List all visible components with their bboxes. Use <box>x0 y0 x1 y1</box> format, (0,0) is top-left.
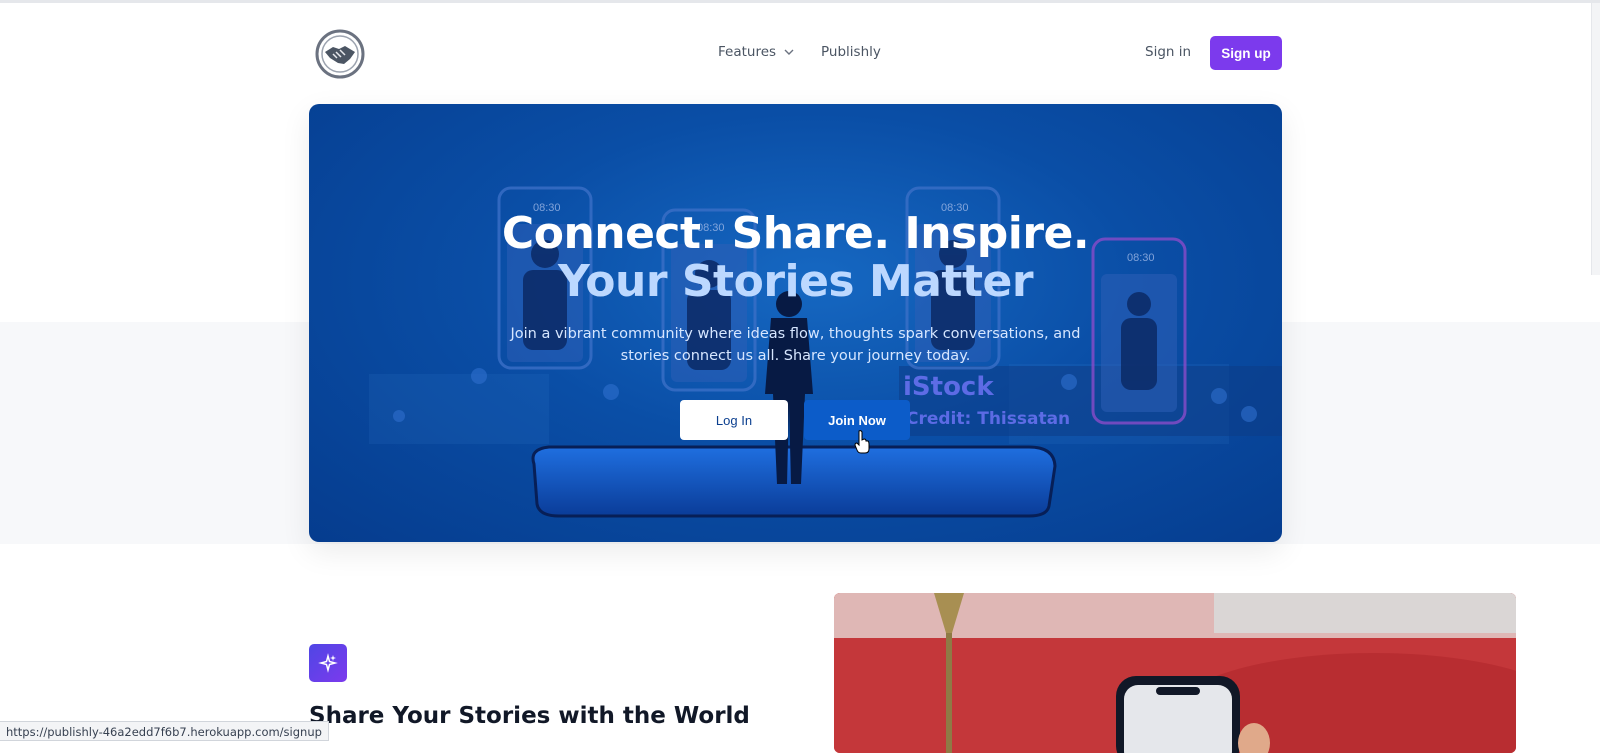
nav-publishly[interactable]: Publishly <box>821 44 881 60</box>
watermark-brand: iStock <box>903 372 994 402</box>
feature-title: Share Your Stories with the World <box>309 703 750 729</box>
feature-photo <box>834 593 1516 753</box>
nav-features[interactable]: Features <box>718 44 794 60</box>
handshake-icon <box>315 29 365 79</box>
hand-cursor-icon <box>854 430 870 454</box>
logo[interactable] <box>314 28 366 80</box>
hero-title-line2: Your Stories Matter <box>557 256 1034 307</box>
watermark-credit: Credit: Thissatan <box>906 409 1071 429</box>
hero-subtitle: Join a vibrant community where ideas flo… <box>510 326 1081 364</box>
hero-title-line1: Connect. Share. Inspire. <box>501 208 1090 259</box>
nav-features-label: Features <box>718 44 777 60</box>
status-bar-url: https://publishly-46a2edd7f6b7.herokuapp… <box>0 721 329 741</box>
scrollbar[interactable] <box>1591 3 1600 275</box>
login-button[interactable]: Log In <box>680 400 788 440</box>
sparkles-icon <box>309 644 347 682</box>
phone-photo <box>834 593 1516 753</box>
hero-banner: 08:30 08:30 08:30 08:30 Connect. Share. … <box>309 104 1282 542</box>
chevron-down-icon <box>784 49 794 55</box>
signin-link[interactable]: Sign in <box>1145 44 1191 60</box>
top-border <box>0 0 1600 3</box>
signup-button[interactable]: Sign up <box>1210 36 1282 70</box>
